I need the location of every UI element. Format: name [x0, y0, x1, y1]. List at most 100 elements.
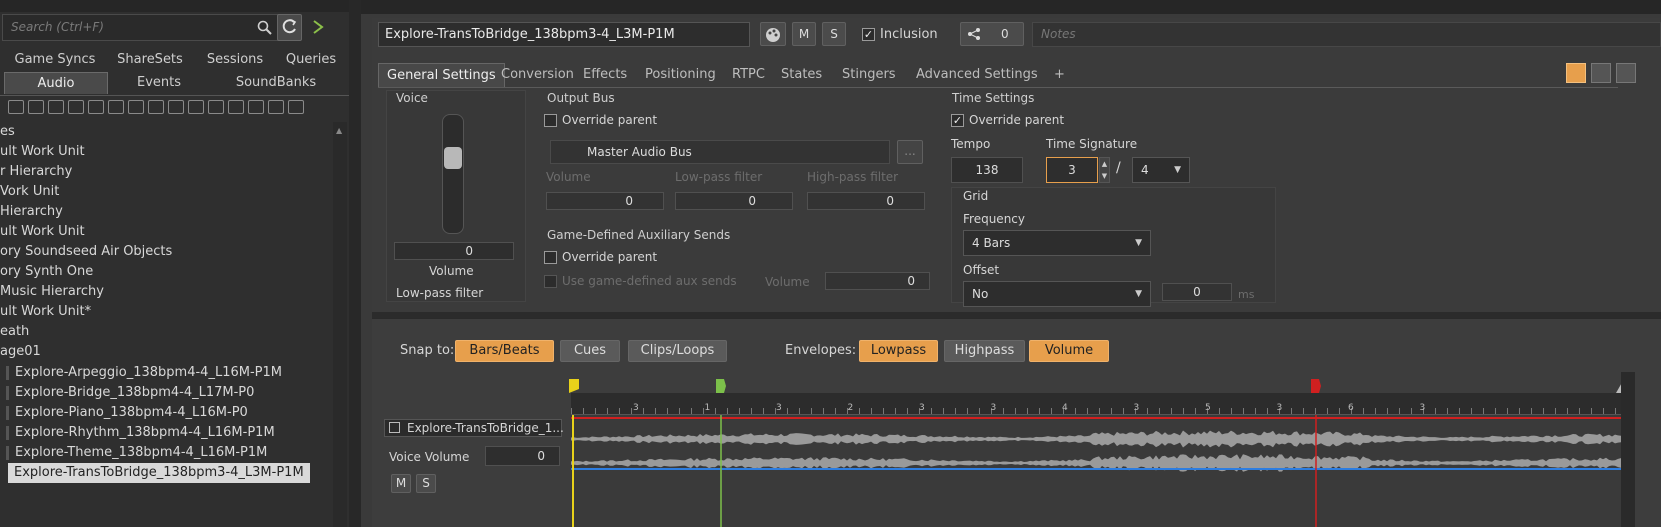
- tab-general-settings[interactable]: General Settings: [378, 63, 505, 87]
- tab-advanced-settings[interactable]: Advanced Settings: [908, 63, 1046, 87]
- toolbar-icon-10[interactable]: [188, 100, 204, 114]
- tree-item[interactable]: r Hierarchy: [0, 162, 72, 182]
- snap-cues-button[interactable]: Cues: [560, 340, 620, 362]
- envelope-volume-button[interactable]: Volume: [1029, 340, 1109, 362]
- tab-positioning[interactable]: Positioning: [637, 63, 724, 87]
- tab-stingers[interactable]: Stingers: [834, 63, 904, 87]
- tree-item[interactable]: ory Soundseed Air Objects: [0, 242, 172, 262]
- entry-cue-marker-icon[interactable]: [716, 379, 726, 393]
- snap-bars-beats-button[interactable]: Bars/Beats: [455, 340, 554, 362]
- volume-slider[interactable]: [442, 114, 464, 234]
- waveform-view[interactable]: [571, 415, 1621, 527]
- share-button[interactable]: 0: [960, 22, 1024, 46]
- bus-lowpass-field[interactable]: 0: [675, 192, 793, 210]
- layout-split-icon[interactable]: [1591, 63, 1611, 83]
- toolbar-icon-1[interactable]: [8, 100, 24, 114]
- tree-item[interactable]: ult Work Unit*: [0, 302, 91, 322]
- layout-single-icon[interactable]: [1566, 63, 1586, 83]
- tab-sharesets[interactable]: ShareSets: [110, 49, 190, 71]
- track-name-field[interactable]: Explore-TransToBridge_1...: [384, 419, 564, 437]
- toolbar-icon-15[interactable]: [288, 100, 304, 114]
- tab-states[interactable]: States: [773, 63, 830, 87]
- offset-dropdown[interactable]: No ▼: [963, 281, 1151, 307]
- track-mute-button[interactable]: M: [391, 474, 411, 493]
- tree-item[interactable]: eath: [0, 322, 29, 342]
- tree-item-selected[interactable]: Explore-TransToBridge_138bpm3-4_L3M-P1M: [8, 463, 310, 483]
- panel-splitter[interactable]: [349, 0, 361, 527]
- refresh-button[interactable]: [277, 14, 302, 41]
- toolbar-icon-3[interactable]: [48, 100, 64, 114]
- tree-item[interactable]: Hierarchy: [0, 202, 63, 222]
- scroll-up-icon[interactable]: ▲: [336, 126, 342, 135]
- timeline-scrollbar[interactable]: [1621, 372, 1635, 527]
- toolbar-icon-8[interactable]: [148, 100, 164, 114]
- toolbar-icon-5[interactable]: [88, 100, 104, 114]
- palette-button[interactable]: [760, 22, 786, 46]
- exit-cue-marker-icon[interactable]: [1311, 379, 1321, 393]
- aux-override[interactable]: Override parent: [544, 250, 657, 264]
- play-arrow-icon[interactable]: [311, 18, 325, 36]
- layout-triple-icon[interactable]: [1616, 63, 1636, 83]
- tab-game-syncs[interactable]: Game Syncs: [10, 49, 100, 71]
- output-bus-field[interactable]: Master Audio Bus: [550, 140, 890, 164]
- tab-rtpc[interactable]: RTPC: [724, 63, 773, 87]
- tab-conversion[interactable]: Conversion: [493, 63, 582, 87]
- tree-item[interactable]: ult Work Unit: [0, 142, 85, 162]
- use-aux-check[interactable]: [544, 275, 557, 288]
- toolbar-icon-12[interactable]: [228, 100, 244, 114]
- envelope-lowpass-button[interactable]: Lowpass: [859, 340, 938, 362]
- output-override-check[interactable]: [544, 114, 557, 127]
- toolbar-icon-7[interactable]: [128, 100, 144, 114]
- toolbar-icon-13[interactable]: [248, 100, 264, 114]
- tab-queries[interactable]: Queries: [276, 49, 346, 71]
- bus-highpass-field[interactable]: 0: [807, 192, 925, 210]
- toolbar-icon-14[interactable]: [268, 100, 284, 114]
- inclusion-checkbox[interactable]: ✓ Inclusion: [862, 27, 938, 42]
- tree-item[interactable]: Vork Unit: [0, 182, 59, 202]
- tree-scrollbar[interactable]: ▲: [333, 122, 347, 527]
- tree-item[interactable]: Explore-Piano_138bpm4-4_L16M-P0: [6, 403, 248, 423]
- browse-bus-button[interactable]: ...: [897, 140, 923, 164]
- tab-soundbanks[interactable]: SoundBanks: [212, 72, 340, 94]
- toolbar-icon-11[interactable]: [208, 100, 224, 114]
- tree-item[interactable]: es: [0, 122, 15, 142]
- tempo-field[interactable]: 138: [951, 157, 1023, 183]
- output-bus-override[interactable]: Override parent: [544, 113, 657, 127]
- object-name-field[interactable]: Explore-TransToBridge_138bpm3-4_L3M-P1M: [378, 22, 750, 47]
- tree-item[interactable]: Explore-Arpeggio_138bpm4-4_L16M-P1M: [6, 363, 282, 383]
- tree-item[interactable]: ory Synth One: [0, 262, 93, 282]
- notes-field[interactable]: Notes: [1032, 22, 1661, 47]
- tab-audio[interactable]: Audio: [4, 72, 108, 94]
- offset-ms-field[interactable]: 0: [1162, 283, 1232, 301]
- time-sig-denominator[interactable]: 4 ▼: [1132, 157, 1190, 183]
- tree-item[interactable]: Music Hierarchy: [0, 282, 104, 302]
- toolbar-icon-6[interactable]: [108, 100, 124, 114]
- inclusion-check[interactable]: ✓: [862, 28, 875, 41]
- bus-volume-field[interactable]: 0: [546, 192, 664, 210]
- expand-icon[interactable]: [389, 422, 400, 433]
- time-sig-numerator[interactable]: 3: [1046, 157, 1098, 183]
- time-override[interactable]: ✓ Override parent: [951, 113, 1064, 127]
- search-input[interactable]: Search (Ctrl+F): [2, 14, 284, 41]
- tab-effects[interactable]: Effects: [575, 63, 635, 87]
- tab-events[interactable]: Events: [112, 72, 206, 94]
- toolbar-icon-9[interactable]: [168, 100, 184, 114]
- tree-item[interactable]: age01: [0, 342, 41, 362]
- tab-sessions[interactable]: Sessions: [200, 49, 270, 71]
- voice-volume-field[interactable]: 0: [394, 242, 514, 260]
- use-aux-sends[interactable]: Use game-defined aux sends: [544, 274, 737, 288]
- toolbar-icon-4[interactable]: [68, 100, 84, 114]
- envelope-highpass-button[interactable]: Highpass: [944, 340, 1025, 362]
- snap-clips-loops-button[interactable]: Clips/Loops: [628, 340, 727, 362]
- tree-item[interactable]: ult Work Unit: [0, 222, 85, 242]
- solo-button[interactable]: S: [822, 22, 846, 46]
- mute-button[interactable]: M: [792, 22, 816, 46]
- tree-item[interactable]: Explore-Theme_138bpm4-4_L16M-P1M: [6, 443, 267, 463]
- frequency-dropdown[interactable]: 4 Bars ▼: [963, 230, 1151, 256]
- track-solo-button[interactable]: S: [416, 474, 436, 493]
- aux-volume-field[interactable]: 0: [825, 272, 930, 290]
- volume-slider-knob[interactable]: [444, 147, 462, 169]
- tree-item[interactable]: Explore-Bridge_138bpm4-4_L17M-P0: [6, 383, 254, 403]
- search-icon[interactable]: [257, 20, 273, 36]
- time-override-check[interactable]: ✓: [951, 114, 964, 127]
